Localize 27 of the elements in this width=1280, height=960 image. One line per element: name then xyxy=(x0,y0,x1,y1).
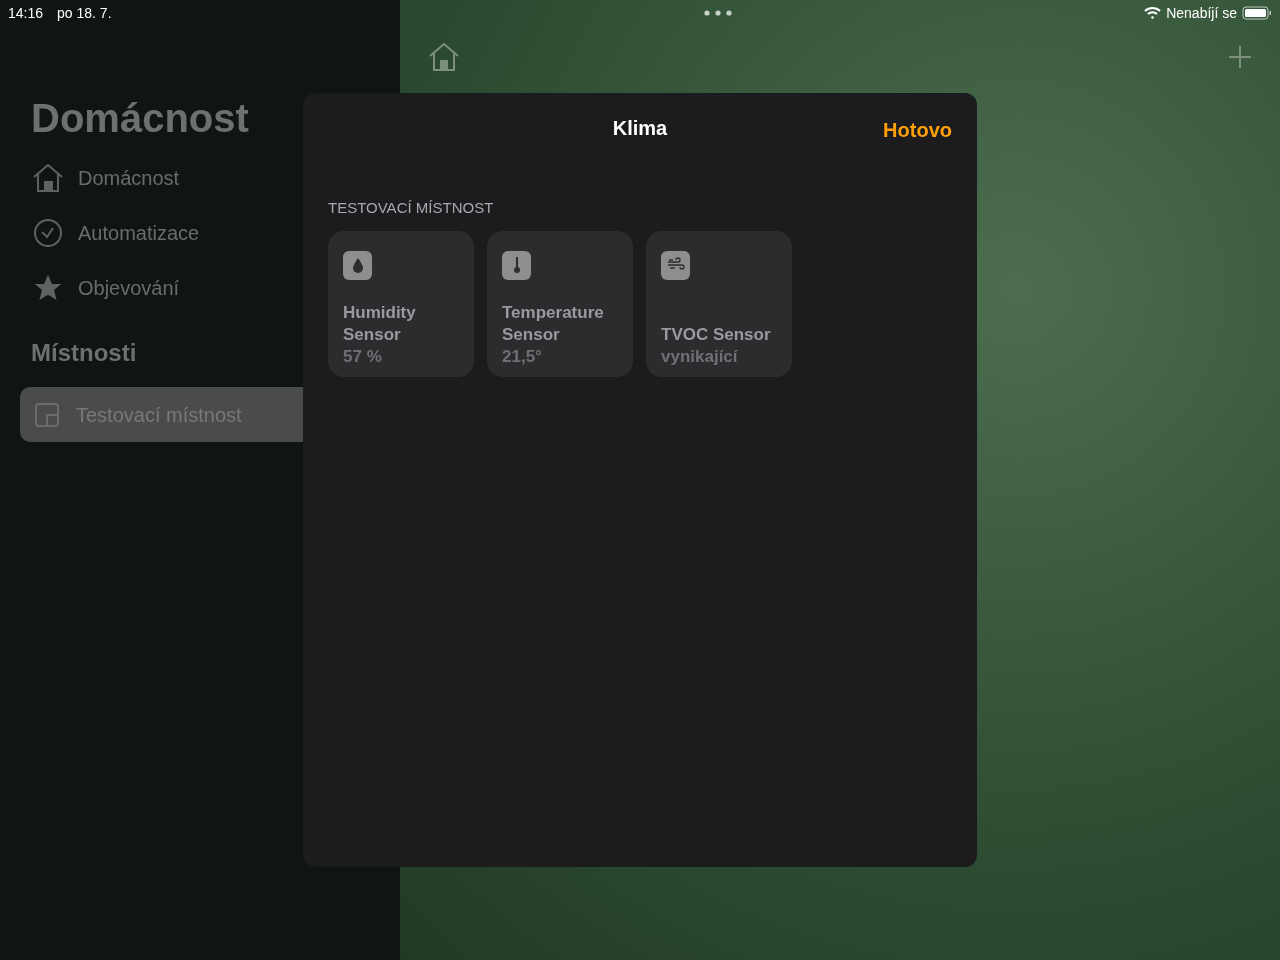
sidebar-title: Domácnost xyxy=(31,95,249,142)
droplet-icon xyxy=(343,250,372,280)
room-icon xyxy=(34,401,60,428)
charging-status: Nenabíjí se xyxy=(1166,3,1237,23)
section-heading: Místnosti xyxy=(31,338,137,368)
sensor-value: 57 % xyxy=(343,345,383,367)
sensor-name: Humidity Sensor xyxy=(343,301,417,346)
wind-icon xyxy=(661,250,690,280)
thermometer-icon xyxy=(502,250,531,280)
status-date: po 18. 7. xyxy=(57,3,112,23)
add-icon[interactable] xyxy=(1229,46,1251,68)
wifi-icon xyxy=(1144,7,1162,19)
section-label: TESTOVACÍ MÍSTNOST xyxy=(328,198,494,218)
sheet-title: Klima xyxy=(612,116,668,141)
house-icon xyxy=(31,162,65,193)
done-button[interactable]: Hotovo xyxy=(883,115,952,145)
sensor-name: Temperature Sensor xyxy=(502,301,605,346)
sensor-name: TVOC Sensor xyxy=(661,323,772,346)
status-time: 14:16 xyxy=(8,3,44,23)
more-icon[interactable] xyxy=(703,10,732,16)
sensor-tile[interactable]: Temperature Sensor 21,5° xyxy=(487,230,633,377)
battery-icon xyxy=(1242,6,1272,20)
sensor-tile[interactable]: Humidity Sensor 57 % xyxy=(328,230,474,377)
sensor-tile[interactable]: TVOC Sensor vynikající xyxy=(646,230,792,377)
sensor-value: vynikající xyxy=(661,345,739,367)
sensor-value: 21,5° xyxy=(502,345,543,367)
home-icon[interactable] xyxy=(428,42,460,72)
